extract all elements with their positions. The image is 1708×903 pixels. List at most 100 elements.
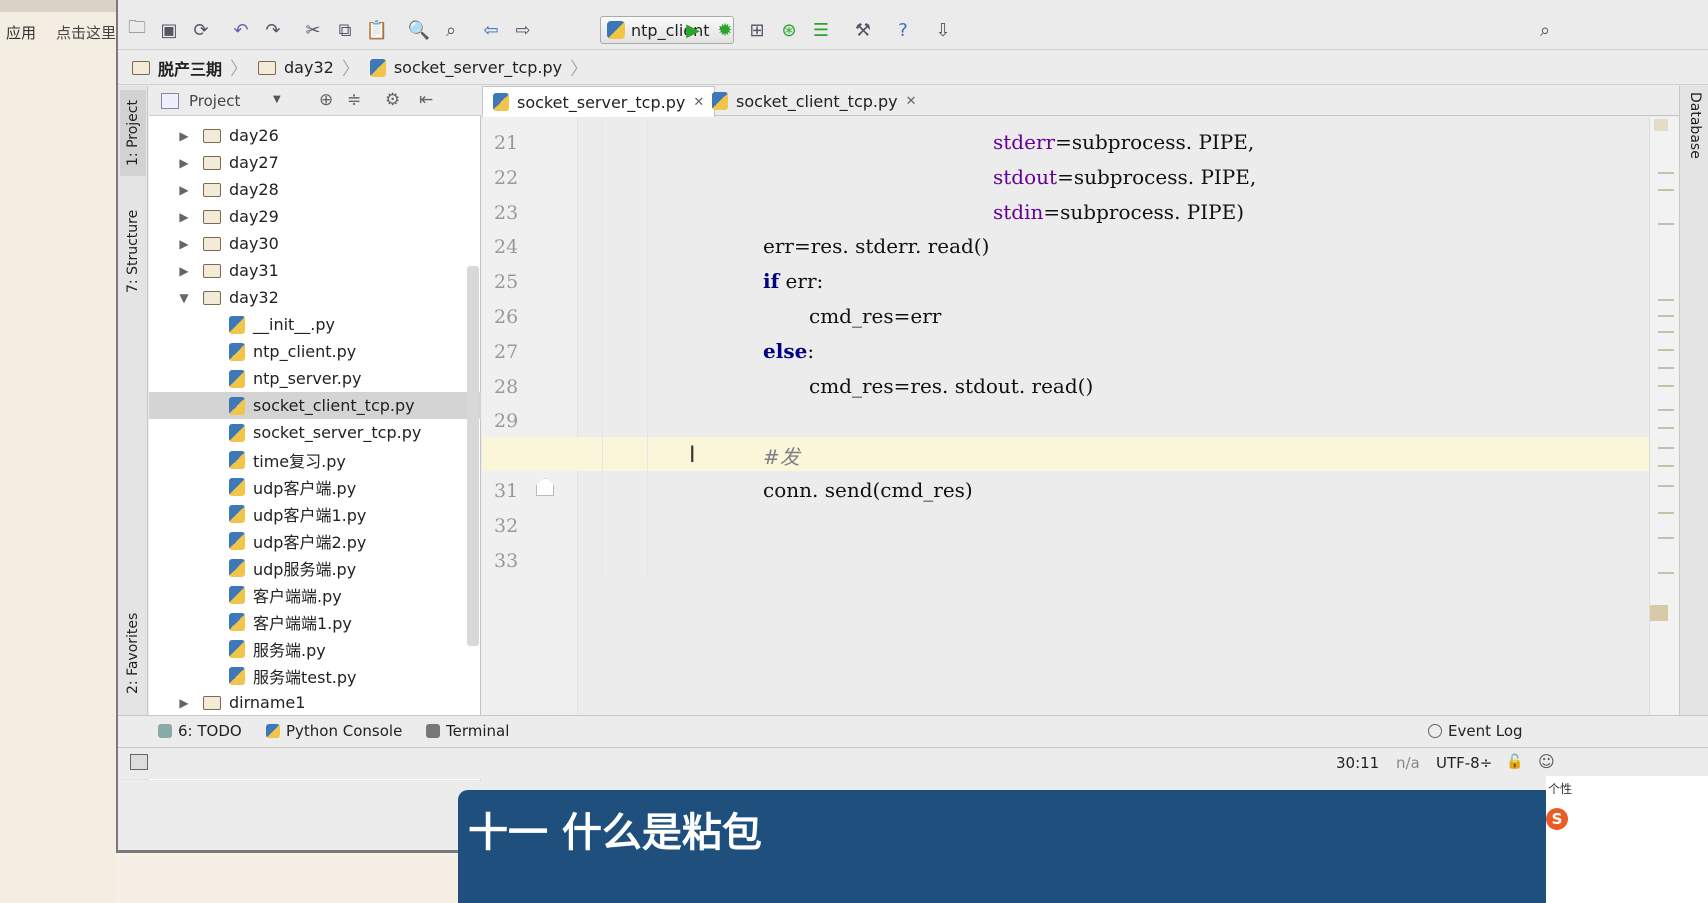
code-line[interactable]: else: — [579, 334, 1649, 368]
tab-favorites[interactable]: 2: Favorites — [120, 601, 146, 705]
tree-item-label: udp服务端.py — [253, 559, 357, 579]
lock-icon[interactable]: 🔓 — [1506, 754, 1523, 770]
help-icon[interactable]: ? — [890, 18, 916, 42]
copy-icon[interactable]: ⧉ — [332, 18, 358, 42]
code-line[interactable]: cmd_res=res. stdout. read() — [579, 369, 1649, 403]
code-line[interactable]: cmd_res=err — [579, 299, 1649, 333]
paste-icon[interactable]: 📋 — [364, 18, 390, 42]
terminal-button[interactable]: Terminal — [426, 722, 509, 740]
debug-icon[interactable]: ✹ — [712, 18, 738, 42]
locate-icon[interactable]: ⊕ — [319, 90, 333, 110]
caret-position[interactable]: 30:11 — [1336, 754, 1379, 772]
breadcrumb: 脱产三期 〉 day32 〉 socket_server_tcp.py 〉 — [118, 51, 1708, 85]
tree-file[interactable]: time复习.py — [149, 446, 481, 473]
concurrency-icon[interactable]: ☰ — [808, 18, 834, 42]
line-separator[interactable]: n/a — [1396, 754, 1420, 772]
code-line[interactable] — [579, 543, 1649, 577]
tree-file[interactable]: udp客户端2.py — [149, 527, 481, 554]
open-folder-icon[interactable]: 🗀 — [124, 17, 150, 42]
code-line[interactable]: stdin =subprocess. PIPE) — [579, 195, 1649, 229]
tree-folder[interactable]: ▶ dirname1 — [149, 689, 481, 716]
code-line[interactable]: stdout =subprocess. PIPE, — [579, 160, 1649, 194]
tree-file[interactable]: 客户端端1.py — [149, 608, 481, 635]
python-console-button[interactable]: Python Console — [266, 722, 402, 740]
tab-database[interactable]: Database — [1684, 92, 1706, 192]
event-log-button[interactable]: Event Log — [1428, 722, 1523, 740]
sync-icon[interactable]: ⟳ — [188, 18, 214, 42]
project-scrollbar[interactable] — [467, 266, 479, 646]
code-editor[interactable]: stderr =subprocess. PIPE, stdout =subproces… — [579, 117, 1649, 721]
tree-folder[interactable]: ▶ day28 — [149, 176, 481, 203]
run-icon[interactable]: ▶ — [680, 18, 706, 42]
chevron-right-icon[interactable]: ▶ — [177, 156, 191, 170]
encoding-select[interactable]: UTF-8÷ — [1436, 754, 1492, 772]
back-icon[interactable]: ⇦ — [478, 18, 504, 42]
tree-file[interactable]: ntp_server.py — [149, 365, 481, 392]
breadcrumb-item-day32[interactable]: day32 〉 — [258, 55, 360, 81]
code-line[interactable]: #发 — [579, 438, 1649, 472]
sogou-logo-icon[interactable]: S — [1546, 808, 1568, 830]
replace-icon[interactable]: ⌕ — [438, 18, 464, 42]
chevron-right-icon[interactable]: ▶ — [177, 696, 191, 710]
cut-icon[interactable]: ✂ — [300, 18, 326, 42]
tab-socket-server-tcp[interactable]: socket_server_tcp.py ✕ — [482, 86, 716, 117]
tree-file[interactable]: udp服务端.py — [149, 554, 481, 581]
tree-file[interactable]: socket_client_tcp.py — [149, 392, 481, 419]
code-line[interactable]: err=res. stderr. read() — [579, 229, 1649, 263]
tree-folder[interactable]: ▶ day27 — [149, 149, 481, 176]
project-view-select[interactable]: Project — [189, 92, 240, 110]
breadcrumb-item-file[interactable]: socket_server_tcp.py 〉 — [369, 55, 588, 81]
code-line[interactable]: conn. send(cmd_res) — [579, 473, 1649, 507]
tab-structure[interactable]: 7: Structure — [120, 196, 146, 306]
chevron-down-icon[interactable]: ▼ — [177, 291, 191, 305]
close-icon[interactable]: ✕ — [906, 94, 917, 109]
redo-icon[interactable]: ↷ — [260, 18, 286, 42]
browser-bookmark-label[interactable]: 点击这里 — [56, 22, 116, 43]
collapse-all-icon[interactable]: ≑ — [347, 90, 361, 110]
chevron-right-icon[interactable]: ▶ — [177, 183, 191, 197]
hide-panel-icon[interactable]: ⇤ — [419, 90, 433, 110]
sdk-manager-icon[interactable]: ⇩ — [930, 18, 956, 42]
todo-button[interactable]: 6: TODO — [158, 722, 242, 740]
tree-folder[interactable]: ▶ day30 — [149, 230, 481, 257]
tree-folder[interactable]: ▼ day32 — [149, 284, 481, 311]
settings-wrench-icon[interactable]: ⚒ — [850, 18, 876, 42]
tree-folder[interactable]: ▶ day26 — [149, 122, 481, 149]
code-line[interactable]: if err: — [579, 264, 1649, 298]
chevron-right-icon[interactable]: ▶ — [177, 210, 191, 224]
find-icon[interactable]: 🔍 — [406, 18, 432, 42]
save-icon[interactable]: ▣ — [156, 18, 182, 42]
tab-structure-label: 7: Structure — [125, 209, 141, 293]
gear-icon[interactable]: ⚙ — [385, 90, 400, 110]
chevron-right-icon[interactable]: ▶ — [177, 237, 191, 251]
coverage-icon[interactable]: ⊞ — [744, 18, 770, 42]
profile-icon[interactable]: ⊛ — [776, 18, 802, 42]
search-icon[interactable]: ⌕ — [1532, 18, 1558, 42]
code-line[interactable] — [579, 403, 1649, 437]
tree-file[interactable]: udp客户端1.py — [149, 500, 481, 527]
tree-file[interactable]: 服务端.py — [149, 635, 481, 662]
undo-icon[interactable]: ↶ — [228, 18, 254, 42]
tab-socket-client-tcp[interactable]: socket_client_tcp.py ✕ — [702, 86, 927, 116]
tree-folder[interactable]: ▶ day31 — [149, 257, 481, 284]
tree-file[interactable]: ntp_client.py — [149, 338, 481, 365]
browser-apps-label[interactable]: 应用 — [6, 22, 36, 43]
code-line[interactable] — [579, 508, 1649, 542]
tree-file[interactable]: 客户端端.py — [149, 581, 481, 608]
tree-folder[interactable]: ▶ day29 — [149, 203, 481, 230]
chevron-down-icon[interactable]: ▼ — [273, 94, 281, 105]
tab-project[interactable]: 1: Project — [120, 90, 146, 176]
tree-file[interactable]: socket_server_tcp.py — [149, 419, 481, 446]
tool-windows-toggle-icon[interactable] — [130, 754, 148, 770]
tree-file[interactable]: 服务端test.py — [149, 662, 481, 689]
breadcrumb-item-root[interactable]: 脱产三期 〉 — [132, 55, 248, 81]
code-line[interactable]: stderr =subprocess. PIPE, — [579, 125, 1649, 159]
tree-file[interactable]: __init__.py — [149, 311, 481, 338]
chevron-right-icon[interactable]: ▶ — [177, 129, 191, 143]
chevron-right-icon[interactable]: ▶ — [177, 264, 191, 278]
inspector-icon[interactable]: ☺ — [1538, 752, 1555, 771]
tree-file[interactable]: udp客户端.py — [149, 473, 481, 500]
indent-guide — [602, 117, 603, 577]
error-stripe[interactable] — [1649, 117, 1679, 721]
forward-icon[interactable]: ⇨ — [510, 18, 536, 42]
